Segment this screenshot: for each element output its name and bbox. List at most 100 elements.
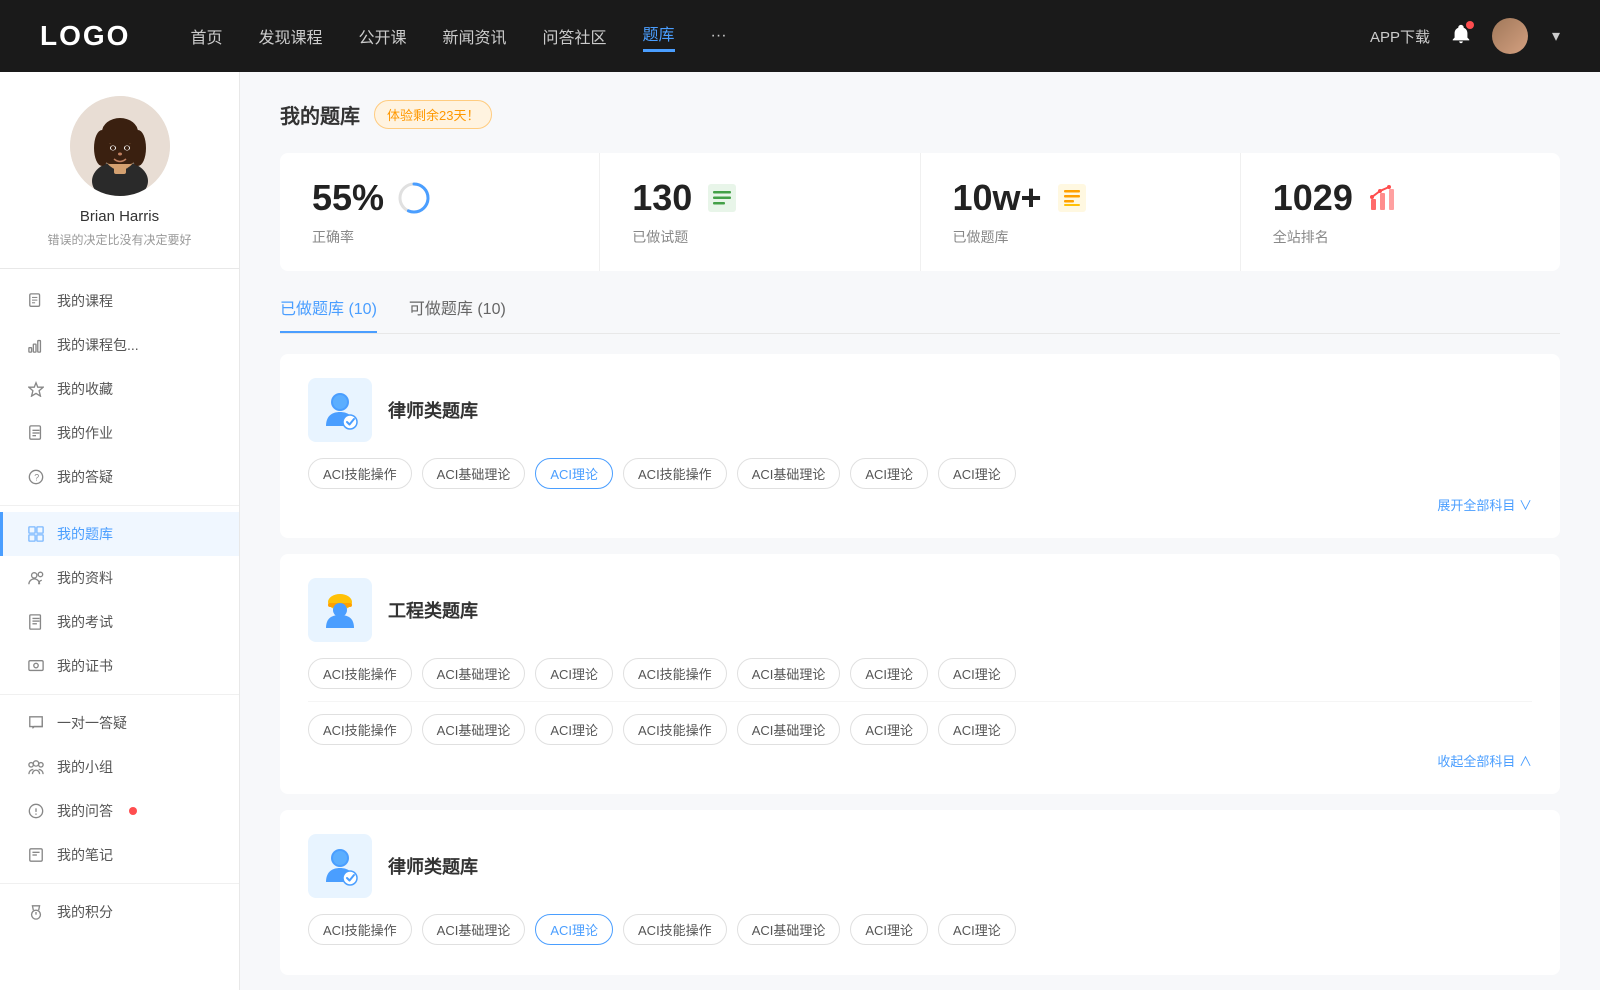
eng-tag-11[interactable]: ACI基础理论 <box>737 714 841 745</box>
sidebar-menu: 我的课程 我的课程包... 我的收藏 我的作业 <box>0 279 239 934</box>
stats-row: 55% 正确率 130 <box>280 153 1560 271</box>
user-avatar[interactable] <box>1492 18 1528 54</box>
notification-bell[interactable] <box>1450 23 1472 50</box>
eng-tag-9[interactable]: ACI理论 <box>535 714 613 745</box>
qa-notification-dot <box>129 807 137 815</box>
eng-tag-7[interactable]: ACI技能操作 <box>308 714 412 745</box>
sidebar-item-course-package[interactable]: 我的课程包... <box>0 323 239 367</box>
eng-tag-0[interactable]: ACI技能操作 <box>308 658 412 689</box>
sidebar-item-materials[interactable]: 我的资料 <box>0 556 239 600</box>
menu-divider-2 <box>0 694 239 695</box>
sidebar-item-quiz-bank[interactable]: 我的题库 <box>0 512 239 556</box>
sidebar-item-exams[interactable]: 我的考试 <box>0 600 239 644</box>
eng-tag-3[interactable]: ACI技能操作 <box>623 658 727 689</box>
tabs-row: 已做题库 (10) 可做题库 (10) <box>280 295 1560 334</box>
l2-tag-5[interactable]: ACI理论 <box>850 914 928 945</box>
nav-news[interactable]: 新闻资讯 <box>443 24 507 48</box>
grid-icon <box>27 525 45 543</box>
sidebar-item-group[interactable]: 我的小组 <box>0 745 239 789</box>
sidebar-label-points: 我的积分 <box>57 902 113 922</box>
bank-card-engineer: 工程类题库 ACI技能操作 ACI基础理论 ACI理论 ACI技能操作 ACI基… <box>280 554 1560 794</box>
tag-3[interactable]: ACI技能操作 <box>623 458 727 489</box>
nav-qa[interactable]: 问答社区 <box>543 24 607 48</box>
sidebar: Brian Harris 错误的决定比没有决定要好 我的课程 我的课程包... <box>0 72 240 990</box>
app-download-button[interactable]: APP下载 <box>1370 26 1430 47</box>
sidebar-item-certificate[interactable]: 我的证书 <box>0 644 239 688</box>
stat-done-questions-top: 130 <box>632 177 887 219</box>
eng-tag-4[interactable]: ACI基础理论 <box>737 658 841 689</box>
tag-1[interactable]: ACI基础理论 <box>422 458 526 489</box>
nav-quiz[interactable]: 题库 <box>643 21 675 52</box>
eng-tag-13[interactable]: ACI理论 <box>938 714 1016 745</box>
sidebar-label-group: 我的小组 <box>57 757 113 777</box>
sidebar-item-one-on-one[interactable]: 一对一答疑 <box>0 701 239 745</box>
nav-opencourse[interactable]: 公开课 <box>358 24 406 48</box>
doc-icon <box>27 424 45 442</box>
eng-tag-10[interactable]: ACI技能操作 <box>623 714 727 745</box>
nav-discover[interactable]: 发现课程 <box>258 24 322 48</box>
bank-name-lawyer-2: 律师类题库 <box>388 853 478 879</box>
tag-6[interactable]: ACI理论 <box>938 458 1016 489</box>
nav-home[interactable]: 首页 <box>190 24 222 48</box>
sidebar-item-qa-answer[interactable]: ? 我的答疑 <box>0 455 239 499</box>
bank-card-lawyer-1-header: 律师类题库 <box>308 378 1532 442</box>
tab-done-banks[interactable]: 已做题库 (10) <box>280 295 377 333</box>
bank-card-engineer-header: 工程类题库 <box>308 578 1532 642</box>
eng-tag-12[interactable]: ACI理论 <box>850 714 928 745</box>
sidebar-item-favorites[interactable]: 我的收藏 <box>0 367 239 411</box>
user-motto: 错误的决定比没有决定要好 <box>47 231 191 248</box>
stat-done-questions-value: 130 <box>632 177 692 219</box>
sidebar-label-notes: 我的笔记 <box>57 845 113 865</box>
stat-done-banks-top: 10w+ <box>953 177 1208 219</box>
sidebar-label-one-on-one: 一对一答疑 <box>57 713 127 733</box>
l2-tag-6[interactable]: ACI理论 <box>938 914 1016 945</box>
stat-site-rank: 1029 全站排名 <box>1241 153 1560 271</box>
stat-done-questions: 130 已做试题 <box>600 153 920 271</box>
chart-icon <box>27 336 45 354</box>
trial-badge: 体验剩余23天！ <box>374 100 492 129</box>
user-avatar-large <box>70 96 170 196</box>
sidebar-label-my-qa: 我的问答 <box>57 801 113 821</box>
l2-tag-4[interactable]: ACI基础理论 <box>737 914 841 945</box>
stat-done-questions-label: 已做试题 <box>632 229 688 245</box>
tag-5[interactable]: ACI理论 <box>850 458 928 489</box>
sidebar-item-homework[interactable]: 我的作业 <box>0 411 239 455</box>
sidebar-item-notes[interactable]: 我的笔记 <box>0 833 239 877</box>
certificate-icon <box>27 657 45 675</box>
sidebar-item-course[interactable]: 我的课程 <box>0 279 239 323</box>
l2-tag-0[interactable]: ACI技能操作 <box>308 914 412 945</box>
avatar-svg <box>70 96 170 196</box>
stat-accuracy-value: 55% <box>312 177 384 219</box>
sidebar-item-points[interactable]: 我的积分 <box>0 890 239 934</box>
sidebar-label-course: 我的课程 <box>57 291 113 311</box>
user-dropdown-chevron[interactable]: ▾ <box>1552 26 1560 46</box>
lawyer-icon-2 <box>308 834 372 898</box>
l2-tag-2-active[interactable]: ACI理论 <box>535 914 613 945</box>
page-header: 我的题库 体验剩余23天！ <box>280 100 1560 129</box>
sidebar-item-my-qa[interactable]: 我的问答 <box>0 789 239 833</box>
stat-accuracy-label: 正确率 <box>312 229 354 245</box>
stat-done-banks: 10w+ 已做题库 <box>921 153 1241 271</box>
star-icon <box>27 380 45 398</box>
eng-tag-6[interactable]: ACI理论 <box>938 658 1016 689</box>
l2-tag-3[interactable]: ACI技能操作 <box>623 914 727 945</box>
tag-4[interactable]: ACI基础理论 <box>737 458 841 489</box>
chat-icon <box>27 714 45 732</box>
avatar-image <box>1492 18 1528 54</box>
expand-lawyer-1[interactable]: 展开全部科目 ∨ <box>308 495 1532 514</box>
nav-more[interactable]: ··· <box>711 27 727 45</box>
eng-tag-2[interactable]: ACI理论 <box>535 658 613 689</box>
bank-name-lawyer-1: 律师类题库 <box>388 397 478 423</box>
tag-2-active[interactable]: ACI理论 <box>535 458 613 489</box>
tag-0[interactable]: ACI技能操作 <box>308 458 412 489</box>
eng-tag-8[interactable]: ACI基础理论 <box>422 714 526 745</box>
sidebar-label-homework: 我的作业 <box>57 423 113 443</box>
eng-tag-1[interactable]: ACI基础理论 <box>422 658 526 689</box>
eng-tag-5[interactable]: ACI理论 <box>850 658 928 689</box>
nav-right: APP下载 ▾ <box>1370 18 1560 54</box>
collapse-engineer[interactable]: 收起全部科目 ∧ <box>308 751 1532 770</box>
tab-available-banks[interactable]: 可做题库 (10) <box>409 295 506 333</box>
bar-icon <box>1365 180 1401 216</box>
list-icon <box>704 180 740 216</box>
l2-tag-1[interactable]: ACI基础理论 <box>422 914 526 945</box>
